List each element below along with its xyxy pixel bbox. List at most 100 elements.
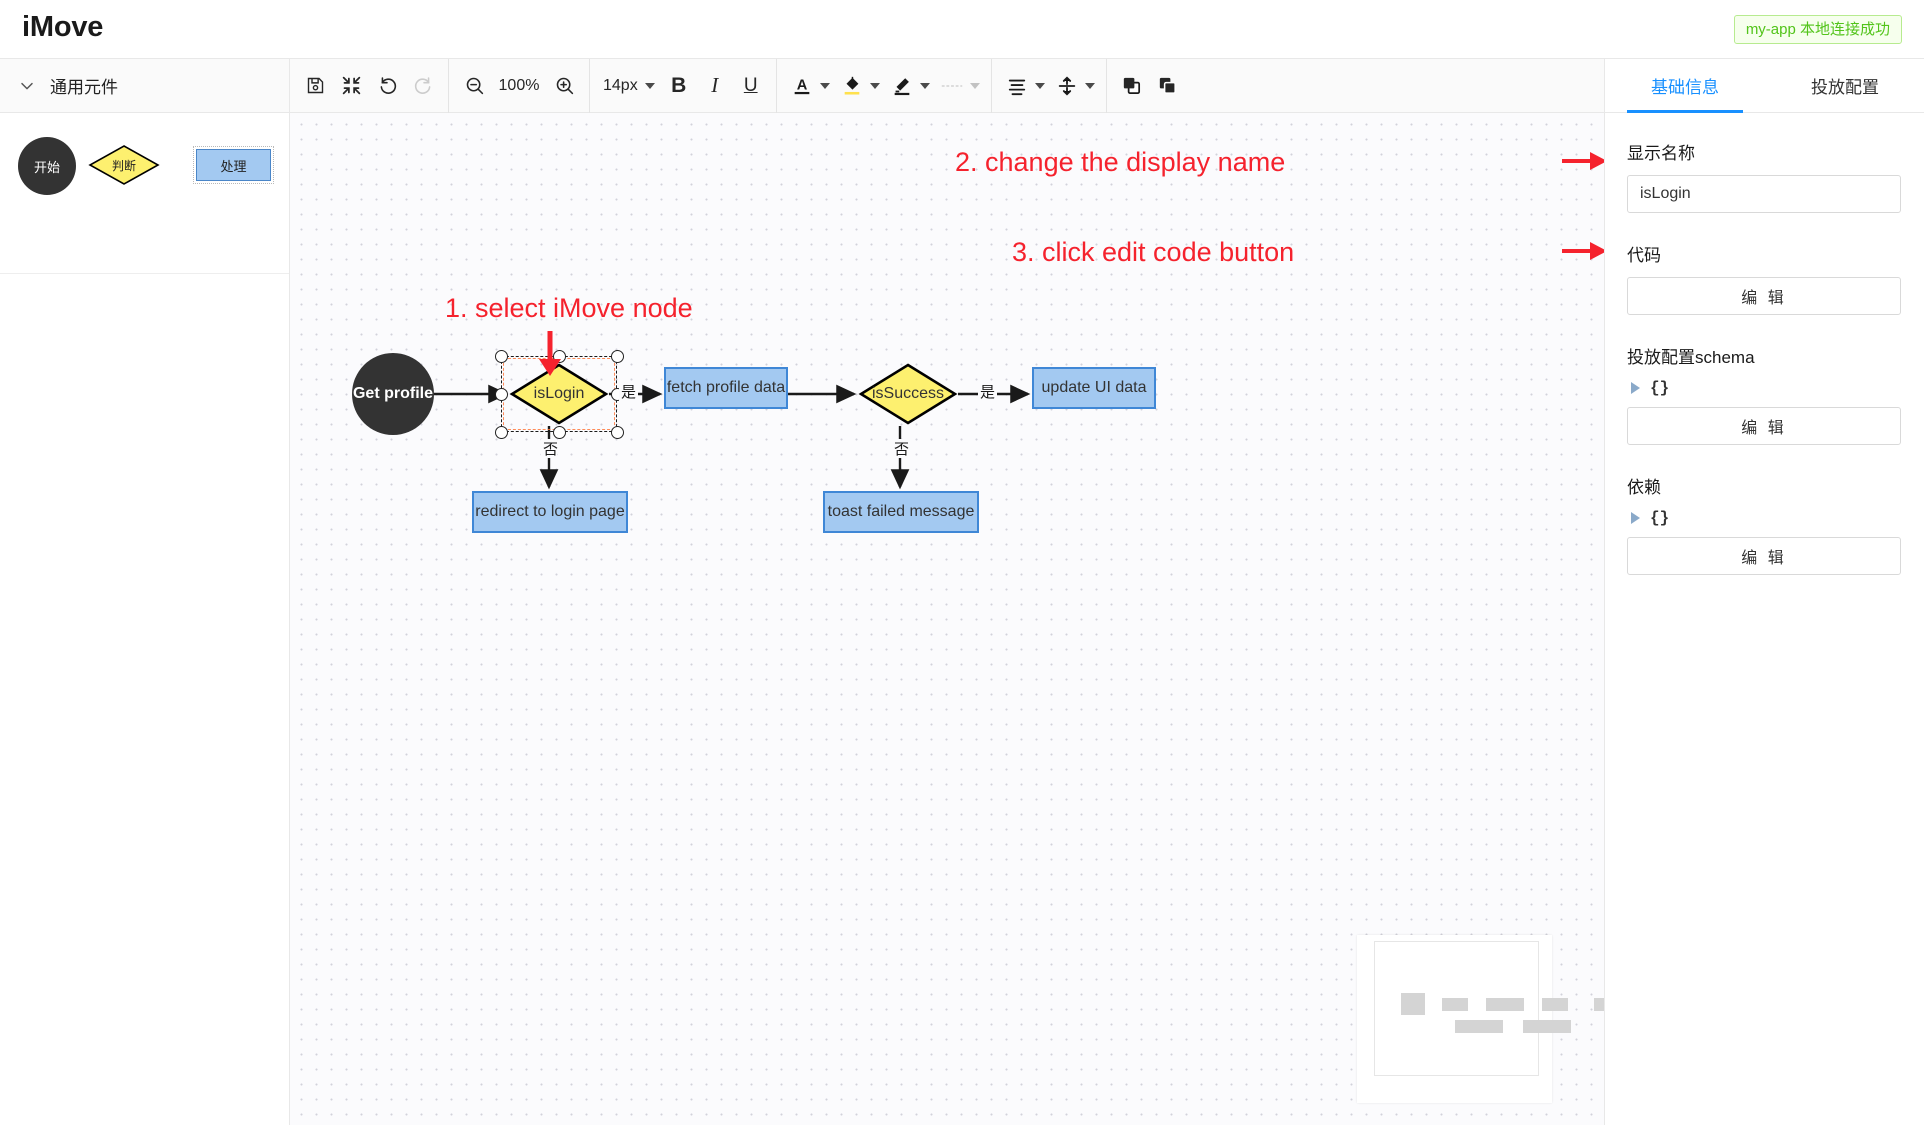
triangle-right-icon xyxy=(1631,382,1640,394)
palette-shape-process[interactable]: 处理 xyxy=(193,146,274,184)
resize-handle-ne[interactable] xyxy=(610,349,624,363)
font-color-button[interactable]: A xyxy=(784,67,834,105)
svg-text:A: A xyxy=(796,77,807,93)
line-style-button[interactable] xyxy=(934,67,984,105)
chevron-down-icon xyxy=(644,82,655,89)
italic-button[interactable]: I xyxy=(697,68,733,104)
palette-shape-decision[interactable]: 判断 xyxy=(88,144,160,186)
annotation-3-arrow xyxy=(1562,242,1604,260)
chevron-down-icon xyxy=(819,82,830,89)
chevron-down-icon xyxy=(919,82,930,89)
edge-label-isSuccess-no: 否 xyxy=(892,439,909,458)
bold-button[interactable]: B xyxy=(661,68,697,104)
properties-tabs: 基础信息 投放配置 xyxy=(1605,59,1924,113)
minimap-node xyxy=(1542,998,1568,1011)
zoom-out-icon[interactable] xyxy=(456,68,492,104)
chevron-down-icon xyxy=(1084,82,1095,89)
display-name-label: 显示名称 xyxy=(1627,144,1695,163)
palette-group-header[interactable]: 通用元件 xyxy=(0,59,289,113)
properties-form: 显示名称 代码 编 辑 投放配置schema {} 编 辑 依赖 {} 编 辑 xyxy=(1605,113,1924,575)
flow-node-toast-failed-message[interactable]: toast failed message xyxy=(823,491,979,533)
flow-node-redirect-to-login-page-label: redirect to login page xyxy=(475,503,625,520)
annotation-1-arrow xyxy=(539,331,561,376)
underline-button[interactable]: U xyxy=(733,68,769,104)
app-title: iMove xyxy=(22,11,104,43)
text-align-button[interactable] xyxy=(999,67,1049,105)
save-disk-icon[interactable] xyxy=(297,68,333,104)
minimap-node xyxy=(1594,998,1604,1011)
palette-shape-process-label: 处理 xyxy=(220,158,247,174)
connection-status-badge: my-app 本地连接成功 xyxy=(1733,15,1902,44)
edit-deps-button[interactable]: 编 辑 xyxy=(1627,537,1901,575)
edge-label-isSuccess-yes: 是 xyxy=(978,384,998,401)
flow-node-toast-failed-message-label: toast failed message xyxy=(827,503,975,520)
display-name-input[interactable] xyxy=(1627,175,1901,213)
italic-label: I xyxy=(711,73,719,97)
edit-schema-button[interactable]: 编 辑 xyxy=(1627,407,1901,445)
flow-node-start[interactable]: Get profile xyxy=(352,353,434,435)
bring-to-front-icon[interactable] xyxy=(1114,68,1150,104)
resize-handle-w[interactable] xyxy=(494,387,508,401)
edit-code-button[interactable]: 编 辑 xyxy=(1627,277,1901,315)
fit-screen-icon[interactable] xyxy=(333,68,369,104)
tab-basic-info[interactable]: 基础信息 xyxy=(1605,59,1765,113)
toolbar-group-file xyxy=(290,58,449,113)
flow-node-start-label: Get profile xyxy=(352,385,433,402)
tab-basic-info-label: 基础信息 xyxy=(1651,78,1719,97)
resize-handle-nw[interactable] xyxy=(494,349,508,363)
fill-color-button[interactable] xyxy=(834,67,884,105)
chevron-down-icon xyxy=(969,82,980,89)
bold-label: B xyxy=(671,73,687,97)
toolbar-group-order xyxy=(1107,59,1193,113)
schema-label: 投放配置schema xyxy=(1627,348,1755,367)
resize-handle-se[interactable] xyxy=(610,425,624,439)
vertical-align-button[interactable] xyxy=(1049,67,1099,105)
app-header: iMove my-app 本地连接成功 xyxy=(0,0,1924,59)
minimap-node xyxy=(1486,998,1524,1011)
flow-node-isSuccess[interactable]: isSuccess xyxy=(858,362,958,426)
flow-node-update-ui-data[interactable]: update UI data xyxy=(1032,367,1156,409)
tab-deploy-config[interactable]: 投放配置 xyxy=(1765,59,1924,112)
code-label: 代码 xyxy=(1627,246,1661,265)
font-color-icon: A xyxy=(788,71,816,101)
schema-json-viewer[interactable]: {} xyxy=(1631,379,1903,397)
flow-node-fetch-profile-data[interactable]: fetch profile data xyxy=(664,367,788,409)
flow-canvas[interactable]: Get profile isLogin fetch profile data i… xyxy=(290,113,1604,1125)
zoom-level-value: 100% xyxy=(498,76,540,94)
editor-toolbar: 100% 14px B I U A xyxy=(290,58,1604,113)
deps-json-value: {} xyxy=(1650,509,1670,527)
flow-node-fetch-profile-data-label: fetch profile data xyxy=(666,379,786,396)
send-to-back-icon[interactable] xyxy=(1150,68,1186,104)
minimap-viewport[interactable] xyxy=(1374,941,1604,1076)
fill-bucket-icon xyxy=(838,71,866,101)
resize-handle-s[interactable] xyxy=(552,425,566,439)
toolbar-group-color: A xyxy=(777,58,992,113)
line-style-icon xyxy=(938,71,966,101)
annotation-2-arrow xyxy=(1562,152,1604,170)
schema-json-value: {} xyxy=(1650,379,1670,397)
chevron-down-icon xyxy=(869,82,880,89)
vertical-align-icon xyxy=(1053,71,1081,101)
toolbar-group-zoom: 100% xyxy=(449,58,590,113)
deps-label: 依赖 xyxy=(1627,478,1661,497)
palette-group-title: 通用元件 xyxy=(50,78,118,97)
tab-deploy-config-label: 投放配置 xyxy=(1811,78,1879,97)
underline-label: U xyxy=(743,74,758,96)
palette-shape-start[interactable]: 开始 xyxy=(18,137,76,195)
palette-shape-start-label: 开始 xyxy=(33,159,60,175)
toolbar-group-font: 14px B I U xyxy=(590,58,777,113)
chevron-down-icon xyxy=(16,75,38,97)
zoom-in-icon[interactable] xyxy=(546,68,582,104)
undo-icon[interactable] xyxy=(369,68,405,104)
edge-label-isLogin-no: 否 xyxy=(541,439,558,458)
minimap-node xyxy=(1455,1020,1503,1033)
canvas-minimap[interactable] xyxy=(1357,935,1604,1103)
redo-icon[interactable] xyxy=(405,68,441,104)
left-shape-panel: 通用元件 开始 判断 处理 xyxy=(0,59,290,1125)
highlight-color-button[interactable] xyxy=(884,67,934,105)
font-size-select[interactable]: 14px xyxy=(597,69,661,103)
deps-json-viewer[interactable]: {} xyxy=(1631,509,1903,527)
flow-node-redirect-to-login-page[interactable]: redirect to login page xyxy=(472,491,628,533)
font-size-value: 14px xyxy=(603,76,638,94)
resize-handle-sw[interactable] xyxy=(494,425,508,439)
